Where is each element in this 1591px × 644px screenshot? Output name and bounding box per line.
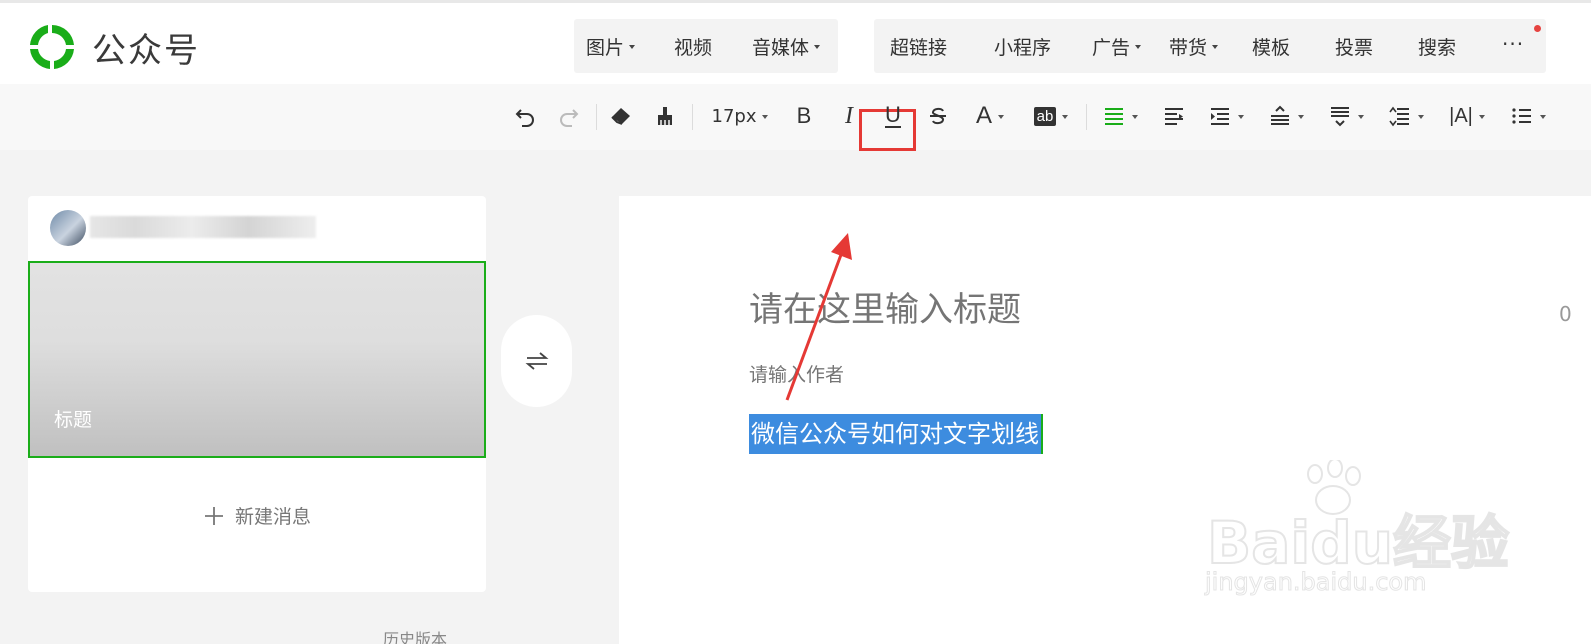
menu-vote[interactable]: 投票 (1335, 33, 1373, 60)
font-color-button[interactable]: A (968, 98, 1012, 134)
menu-search[interactable]: 搜索 (1418, 33, 1456, 60)
baidu-jingyan-watermark: Baidu经验 jingyan.baidu.com (1195, 460, 1510, 610)
account-name-blurred (90, 216, 316, 238)
eraser-button[interactable] (604, 98, 638, 134)
caret-down-icon (1135, 44, 1142, 49)
plus-icon (204, 506, 223, 525)
swap-button[interactable] (501, 315, 572, 407)
caret-down-icon (998, 114, 1004, 119)
list-button[interactable] (1506, 98, 1550, 134)
indent-icon (1211, 108, 1229, 125)
strikethrough-icon (930, 107, 946, 125)
history-version-link[interactable]: 历史版本 (383, 626, 447, 644)
caret-down-icon (1418, 114, 1424, 119)
first-line-indent-icon (1165, 108, 1183, 125)
caret-down-icon (762, 114, 769, 119)
selected-body-text[interactable]: 微信公众号如何对文字划线 (749, 414, 1043, 454)
spacing-before-icon (1271, 105, 1289, 125)
menu-miniprogram[interactable]: 小程序 (994, 33, 1051, 60)
line-height-icon (1389, 106, 1409, 127)
caret-down-icon (1212, 44, 1219, 49)
align-justify-icon (1105, 108, 1123, 125)
caret-down-icon (1540, 114, 1546, 119)
caret-down-icon (1062, 114, 1069, 119)
letter-spacing-button[interactable]: |A| (1444, 98, 1490, 134)
format-toolbar: 17px B I U A ab |A| (0, 84, 1591, 151)
toolbar-divider (692, 104, 693, 130)
brand-title: 公众号 (92, 31, 200, 71)
more-button[interactable]: ··· (1502, 32, 1524, 56)
paragraph-spacing-after-button[interactable] (1324, 98, 1368, 134)
menu-sell[interactable]: 带货 (1169, 33, 1219, 60)
caret-down-icon (1132, 114, 1138, 119)
format-brush-button[interactable] (648, 98, 682, 134)
font-size-select[interactable]: 17px (704, 98, 776, 134)
paint-brush-icon (658, 107, 672, 125)
swap-arrows-icon (525, 352, 548, 370)
article-list-card: 标题 新建消息 (28, 196, 486, 592)
bulleted-list-icon (1512, 108, 1531, 124)
underline-button[interactable]: U (874, 98, 912, 134)
caret-down-icon (814, 44, 821, 49)
indent-first-line-button[interactable] (1158, 98, 1190, 134)
menu-hyperlink[interactable]: 超链接 (890, 33, 947, 60)
title-char-counter: 0 (1559, 302, 1572, 326)
new-message-button[interactable]: 新建消息 (28, 502, 486, 529)
undo-button[interactable] (508, 98, 542, 134)
top-header: 公众号 图片 视频 音媒体 超链接 小程序 广告 带货 模板 投票 搜索 ··· (0, 0, 1591, 84)
toolbar-divider (596, 104, 597, 130)
notification-dot (1534, 25, 1541, 32)
spacing-after-icon (1331, 107, 1349, 127)
caret-down-icon (1478, 114, 1485, 119)
menu-image[interactable]: 图片 (586, 33, 636, 60)
caret-down-icon (1238, 114, 1244, 119)
background-color-button[interactable]: ab (1028, 98, 1074, 134)
indent-button[interactable] (1204, 98, 1248, 134)
caret-down-icon (629, 44, 636, 49)
bold-button[interactable]: B (789, 98, 819, 134)
eraser-icon (611, 108, 630, 125)
strikethrough-button[interactable] (922, 98, 954, 134)
menu-video[interactable]: 视频 (674, 33, 712, 60)
paragraph-spacing-before-button[interactable] (1264, 98, 1308, 134)
toolbar-divider (1086, 104, 1087, 130)
caret-down-icon (1358, 114, 1364, 119)
caret-down-icon (1298, 114, 1304, 119)
redo-icon (560, 109, 579, 127)
menu-audio[interactable]: 音媒体 (752, 33, 821, 60)
cover-title: 标题 (54, 409, 93, 431)
menu-ads[interactable]: 广告 (1092, 33, 1142, 60)
redo-button[interactable] (552, 98, 586, 134)
watermark-sub: jingyan.baidu.com (1204, 568, 1427, 597)
media-menu-group: 图片 视频 音媒体 (574, 19, 838, 73)
line-height-button[interactable] (1384, 98, 1428, 134)
insert-menu-group: 超链接 小程序 广告 带货 模板 投票 搜索 ··· (874, 19, 1546, 73)
menu-template[interactable]: 模板 (1252, 33, 1290, 60)
avatar (50, 210, 86, 246)
wechat-logo-icon (30, 24, 74, 69)
author-input[interactable] (749, 364, 1149, 386)
align-justify-button[interactable] (1098, 98, 1142, 134)
title-input[interactable] (749, 290, 1509, 330)
article-cover[interactable]: 标题 (28, 261, 486, 458)
undo-icon (515, 109, 534, 127)
